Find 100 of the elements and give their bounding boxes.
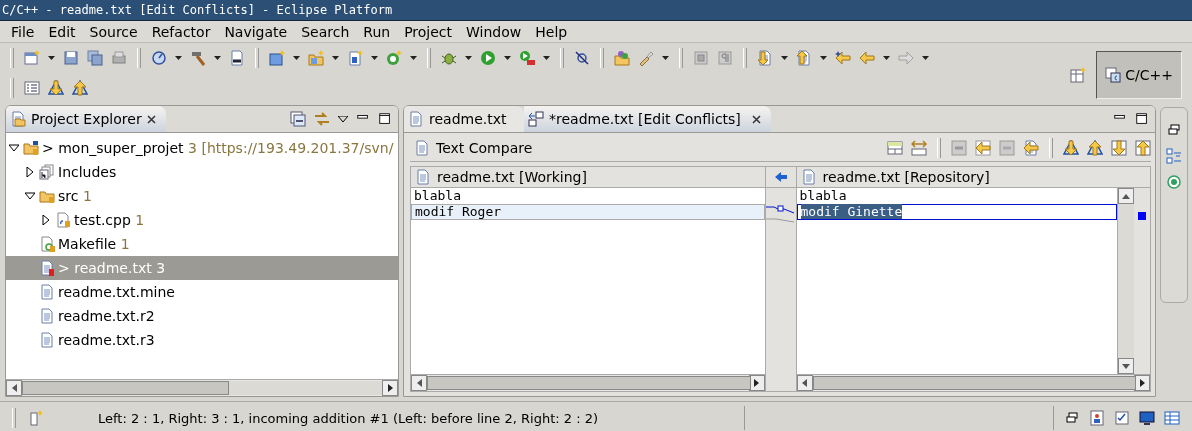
copy-current-left-icon[interactable] (1023, 140, 1039, 156)
caret-icon[interactable] (504, 56, 511, 60)
caret-icon[interactable] (781, 56, 788, 60)
caret-icon[interactable] (820, 56, 827, 60)
next-annotation-icon[interactable] (757, 50, 773, 66)
person-card-icon[interactable] (1089, 410, 1105, 426)
back-icon[interactable] (859, 50, 875, 66)
new-window-icon[interactable] (24, 50, 40, 66)
menu-item[interactable]: Edit (48, 23, 76, 40)
table-icon[interactable] (1164, 410, 1180, 426)
left-arrow-icon[interactable] (11, 384, 17, 392)
editor-tab[interactable]: readme.txt (404, 106, 524, 132)
tree-item[interactable]: > mon_super_projet 3 [https://193.49.201.37/svn/ (6, 136, 398, 160)
menu-item[interactable]: Refactor (151, 23, 211, 40)
open-folder-icon[interactable] (614, 50, 630, 66)
tree-item[interactable]: test.cpp 1 (6, 208, 398, 232)
caret-icon[interactable] (883, 56, 890, 60)
caret-icon[interactable] (922, 56, 929, 60)
collapsed-arrow-icon[interactable] (25, 167, 35, 177)
previous-annotation-icon[interactable] (796, 50, 812, 66)
view-tab[interactable]: Project Explorer (6, 106, 166, 132)
next-diff-icon[interactable] (48, 80, 64, 96)
right-arrow-icon[interactable] (1139, 379, 1145, 387)
c-file-icon[interactable] (347, 50, 363, 66)
collapse-all-icon[interactable] (290, 111, 306, 127)
collapsed-arrow-icon[interactable] (41, 215, 51, 225)
previous-change-icon[interactable] (1135, 140, 1151, 156)
swap-sides-icon[interactable] (911, 140, 927, 156)
view-menu-icon[interactable] (338, 116, 348, 122)
run-tool-icon[interactable] (519, 50, 535, 66)
tree-item[interactable]: Includes (6, 160, 398, 184)
save-icon[interactable] (63, 50, 79, 66)
binary-file-icon[interactable] (229, 50, 245, 66)
task-list-icon[interactable] (24, 80, 40, 96)
caret-icon[interactable] (465, 56, 472, 60)
new-item-icon[interactable] (28, 410, 44, 426)
menu-item[interactable]: Run (363, 23, 391, 40)
task-check-icon[interactable] (1114, 410, 1130, 426)
bug-icon[interactable] (441, 50, 457, 66)
expanded-arrow-icon[interactable] (9, 143, 19, 153)
down-arrow-icon[interactable] (1122, 363, 1130, 369)
caret-icon[interactable] (662, 56, 669, 60)
change-marker-icon[interactable] (1138, 212, 1146, 220)
perspective-button[interactable]: C/C++ (1096, 51, 1182, 99)
caret-icon[interactable] (293, 56, 300, 60)
right-arrow-icon[interactable] (754, 379, 759, 387)
tree-item[interactable]: readme.txt.mine (6, 280, 398, 304)
hammer-icon[interactable] (190, 50, 206, 66)
caret-icon[interactable] (175, 56, 182, 60)
scroll-up-button[interactable] (1118, 188, 1134, 204)
right-arrow-icon[interactable] (387, 384, 393, 392)
tree-item[interactable]: src 1 (6, 184, 398, 208)
next-difference-icon[interactable] (1063, 140, 1079, 156)
caret-icon[interactable] (214, 56, 221, 60)
menu-item[interactable]: Search (301, 23, 350, 40)
menu-item[interactable]: Help (535, 23, 568, 40)
editor-tab[interactable]: *readme.txt [Edit Conflicts] (524, 106, 771, 132)
restore-icon[interactable] (1064, 410, 1080, 426)
menu-item[interactable]: Window (466, 23, 522, 40)
caret-icon[interactable] (332, 56, 339, 60)
left-arrow-icon[interactable] (416, 379, 422, 387)
copy-left-icon[interactable] (975, 140, 991, 156)
open-perspective-icon[interactable] (1070, 67, 1087, 83)
copy-left-arrow-icon[interactable] (774, 172, 787, 182)
close-icon[interactable] (751, 114, 761, 124)
up-arrow-icon[interactable] (1122, 193, 1130, 199)
tree-item[interactable]: readme.txt.r2 (6, 304, 398, 328)
restore-icon[interactable] (1166, 122, 1182, 138)
toggle-block-icon[interactable] (693, 50, 709, 66)
close-icon[interactable] (146, 114, 156, 124)
caret-icon[interactable] (410, 56, 417, 60)
link-editor-icon[interactable] (314, 111, 330, 127)
horizontal-scrollbar[interactable] (6, 379, 398, 396)
menu-item[interactable]: Source (89, 23, 138, 40)
maximize-icon[interactable] (1135, 112, 1149, 126)
maximize-icon[interactable] (378, 112, 392, 126)
outline-icon[interactable] (1166, 148, 1182, 164)
caret-icon[interactable] (48, 56, 55, 60)
expanded-arrow-icon[interactable] (25, 191, 35, 201)
c-project-icon[interactable] (269, 50, 285, 66)
horizontal-scrollbar[interactable] (411, 374, 765, 391)
layout-icon[interactable] (887, 140, 903, 156)
tree-item[interactable]: Makefile 1 (6, 232, 398, 256)
caret-icon[interactable] (371, 56, 378, 60)
caret-icon[interactable] (543, 56, 550, 60)
menu-item[interactable]: Project (404, 23, 453, 40)
monitor-icon[interactable] (1139, 410, 1155, 426)
menu-item[interactable]: Navigate (224, 23, 288, 40)
left-arrow-icon[interactable] (802, 379, 807, 387)
last-edit-icon[interactable] (835, 50, 851, 66)
run-icon[interactable] (480, 50, 496, 66)
previous-difference-icon[interactable] (1087, 140, 1103, 156)
previous-diff-icon[interactable] (72, 80, 88, 96)
save-all-icon[interactable] (87, 50, 103, 66)
target-icon[interactable] (1166, 174, 1182, 190)
menu-item[interactable]: File (11, 23, 35, 40)
next-change-icon[interactable] (1111, 140, 1127, 156)
tree-item[interactable]: readme.txt.r3 (6, 328, 398, 352)
horizontal-scrollbar[interactable] (796, 374, 1150, 391)
c-class-icon[interactable] (386, 50, 402, 66)
